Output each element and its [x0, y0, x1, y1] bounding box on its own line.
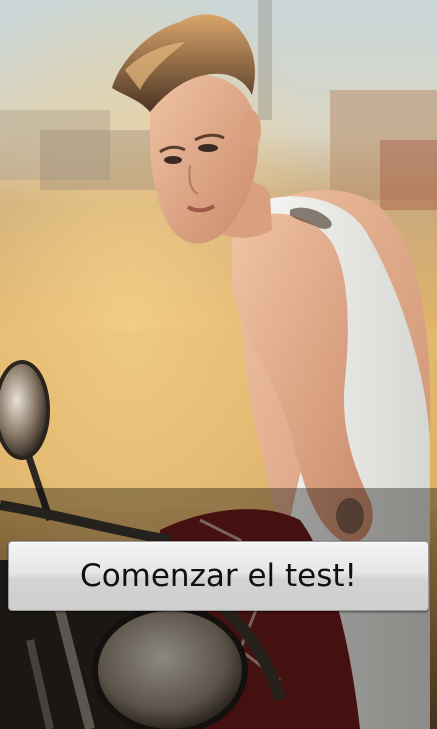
app-screen: Comenzar el test! — [0, 0, 437, 729]
start-test-button[interactable]: Comenzar el test! — [8, 541, 429, 611]
